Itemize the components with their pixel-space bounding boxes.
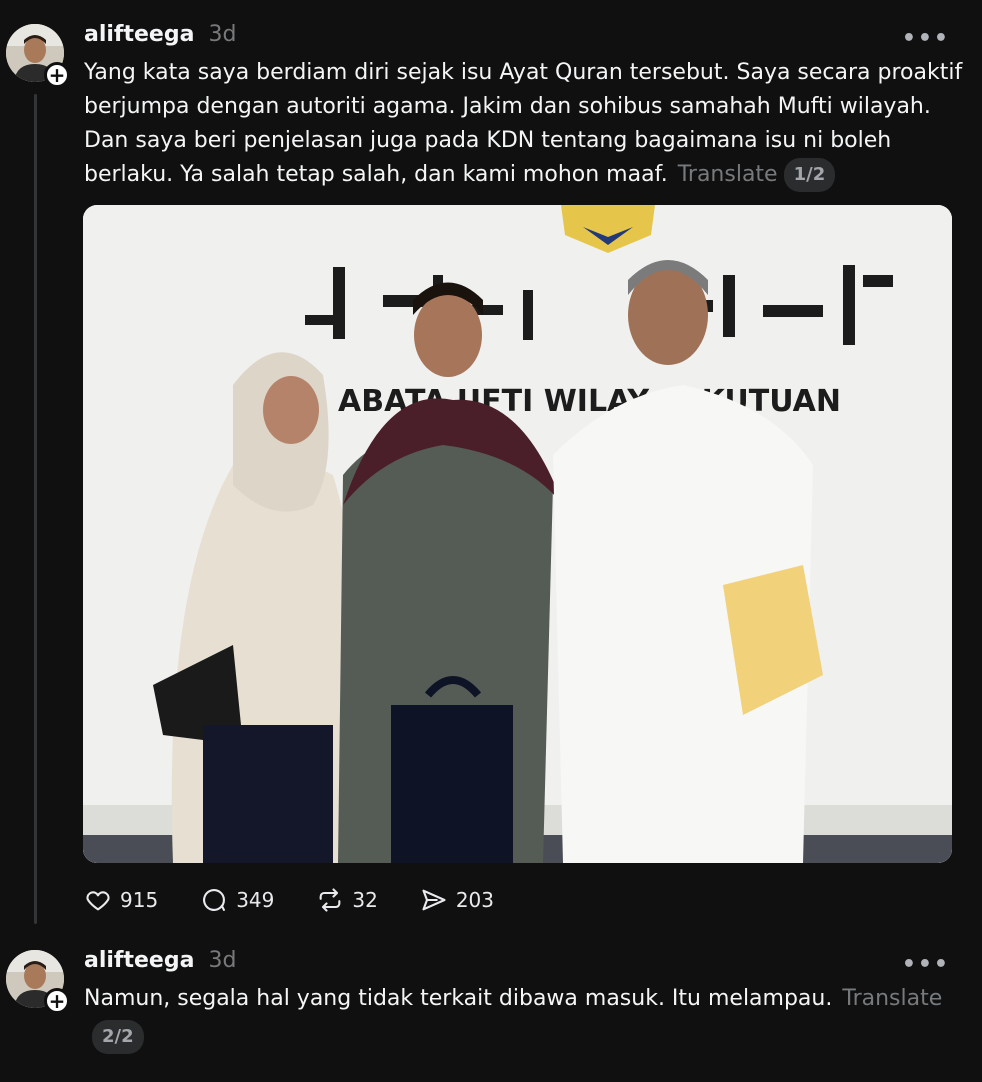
reply-count: 349	[236, 888, 275, 912]
reply-button[interactable]: 349	[200, 886, 274, 914]
username[interactable]: alifteega	[84, 22, 194, 47]
translate-link[interactable]: Translate	[842, 986, 942, 1011]
timestamp[interactable]: 3d	[208, 948, 236, 973]
post-text: Namun, segala hal yang tidak terkait dib…	[84, 982, 964, 1054]
repost-icon	[319, 888, 341, 912]
follow-plus-icon[interactable]: +	[44, 62, 70, 88]
thread-line	[34, 94, 37, 924]
thread-pager: 2/2	[92, 1020, 144, 1054]
post-actions: 915 349 32 203	[84, 886, 536, 914]
avatar-wrap[interactable]: +	[6, 24, 70, 88]
follow-plus-icon[interactable]: +	[44, 988, 70, 1014]
timestamp[interactable]: 3d	[208, 22, 236, 47]
like-count: 915	[120, 888, 159, 912]
more-icon[interactable]: •••	[902, 952, 950, 977]
comment-icon	[203, 889, 226, 911]
post-header: alifteega 3d	[84, 948, 236, 973]
share-icon	[422, 889, 446, 911]
username[interactable]: alifteega	[84, 948, 194, 973]
post-header: alifteega 3d	[84, 22, 236, 47]
post-body: Namun, segala hal yang tidak terkait dib…	[84, 986, 833, 1011]
share-count: 203	[455, 888, 495, 912]
photo-illustration: ABATA UFTI WILAY SEKUTUAN	[83, 205, 952, 863]
avatar-wrap[interactable]: +	[6, 950, 70, 1014]
translate-link[interactable]: Translate	[678, 162, 778, 187]
post-photo[interactable]: ABATA UFTI WILAY SEKUTUAN	[83, 205, 952, 863]
thread-pager: 1/2	[783, 158, 836, 192]
more-icon[interactable]: •••	[902, 26, 950, 51]
repost-count: 32	[352, 888, 378, 912]
post-text: Yang kata saya berdiam diri sejak isu Ay…	[84, 56, 964, 192]
heart-icon	[86, 891, 110, 911]
repost-button[interactable]: 32	[316, 886, 378, 914]
like-button[interactable]: 915	[84, 886, 158, 914]
share-button[interactable]: 203	[420, 886, 494, 914]
